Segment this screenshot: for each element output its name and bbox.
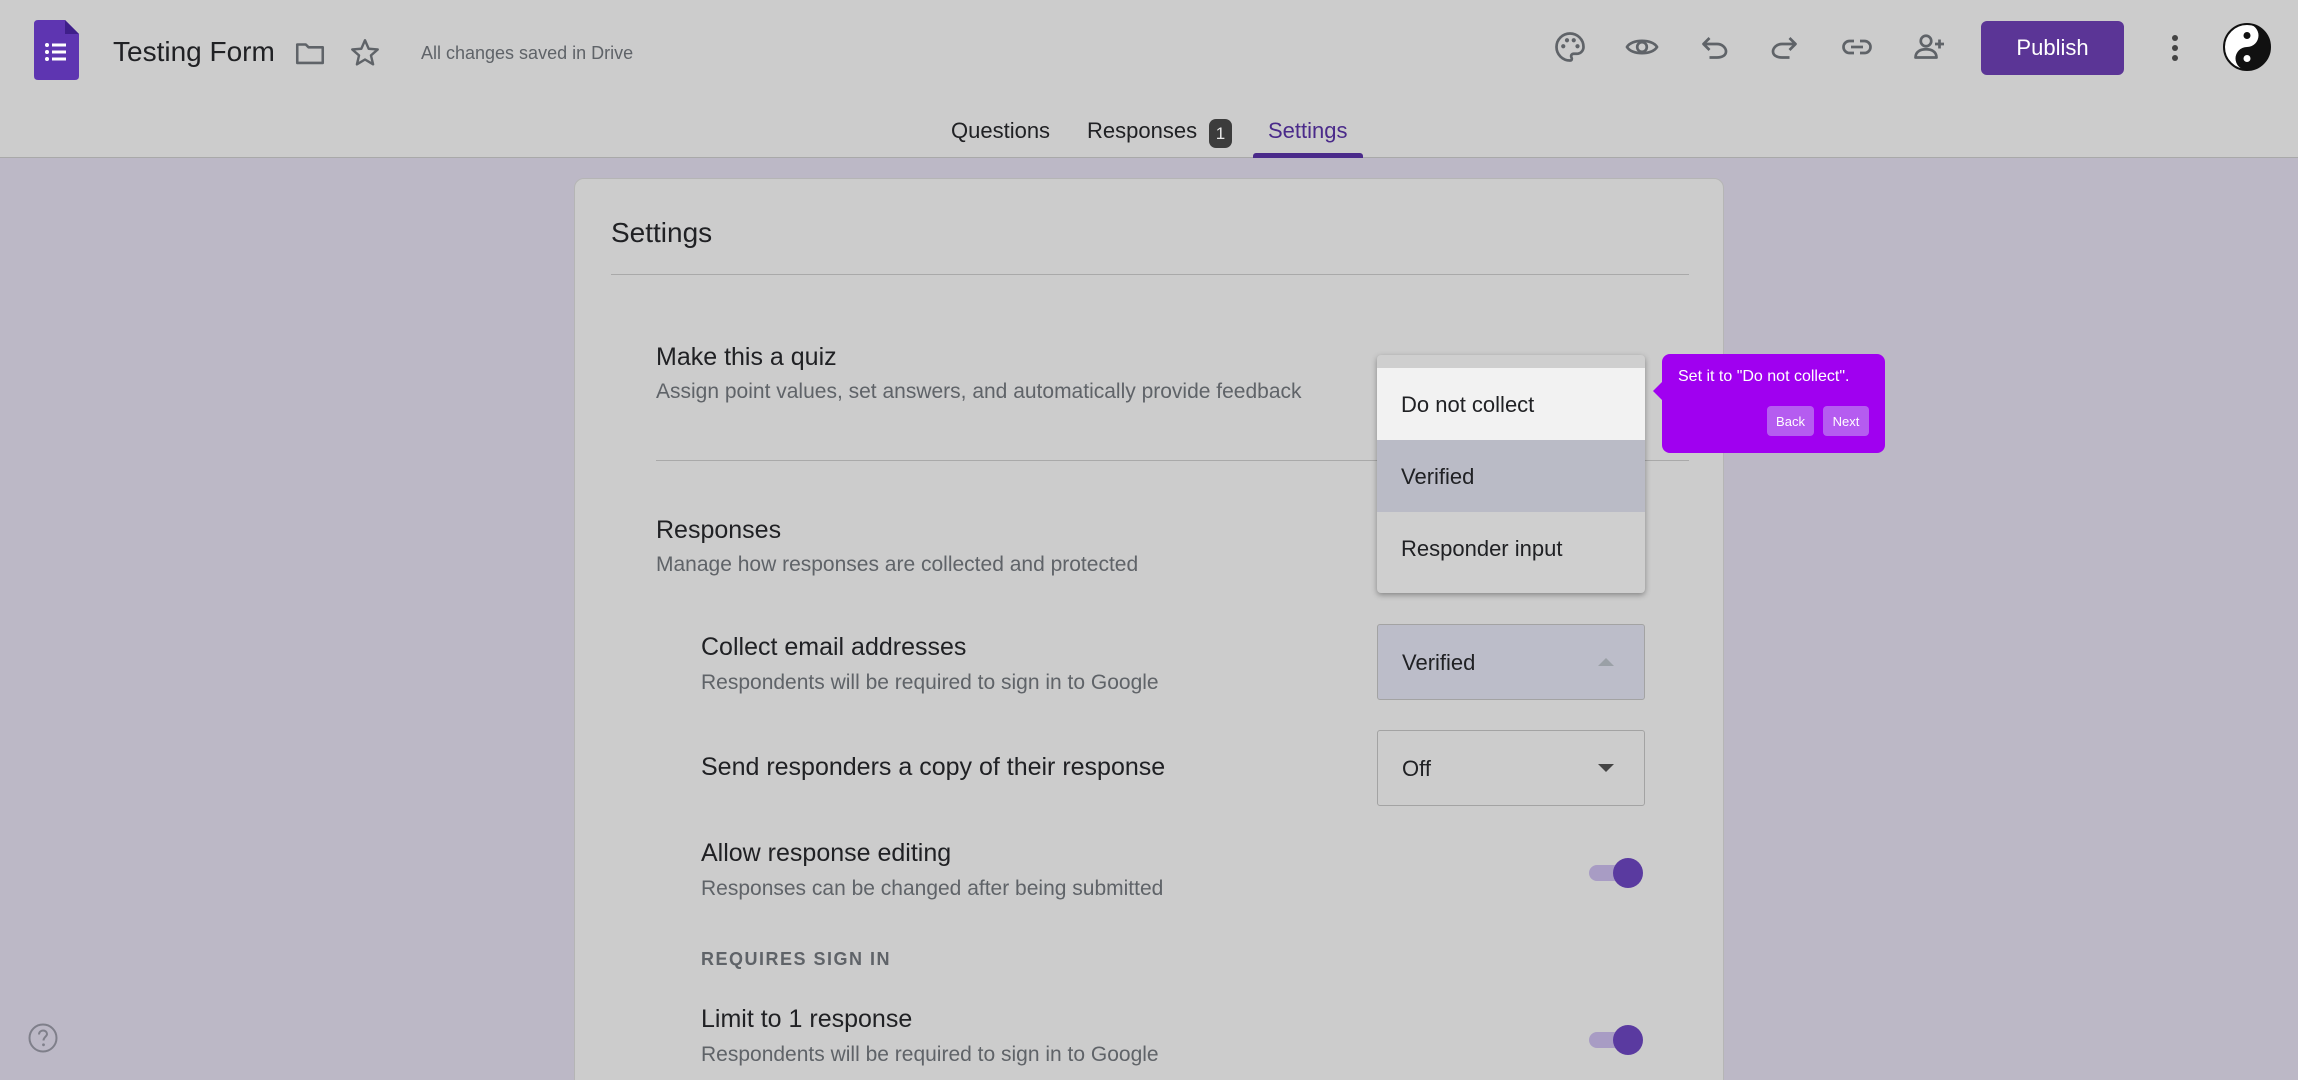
avatar[interactable] — [2222, 22, 2272, 72]
option-label: Verified — [1401, 464, 1475, 489]
limit-one-heading: Limit to 1 response — [701, 1005, 913, 1033]
quiz-description: Assign point values, set answers, and au… — [656, 380, 1302, 403]
collect-email-heading: Collect email addresses — [701, 633, 967, 661]
tooltip-next-button[interactable]: Next — [1823, 406, 1869, 436]
chevron-up-icon — [1598, 658, 1614, 666]
option-verified[interactable]: Verified — [1377, 440, 1645, 512]
send-copy-select[interactable]: Off — [1377, 730, 1645, 806]
allow-editing-heading: Allow response editing — [701, 839, 952, 867]
divider — [611, 274, 1689, 275]
folder-icon[interactable] — [293, 36, 327, 70]
star-icon[interactable] — [348, 36, 382, 70]
tab-questions[interactable]: Questions — [951, 118, 1050, 144]
top-app-bar: Testing Form All changes saved in Drive … — [0, 0, 2298, 158]
limit-one-toggle[interactable] — [1585, 1022, 1645, 1056]
send-copy-heading: Send responders a copy of their response — [701, 753, 1166, 781]
link-icon[interactable] — [1839, 29, 1875, 65]
undo-icon[interactable] — [1696, 29, 1732, 65]
allow-editing-description: Responses can be changed after being sub… — [701, 877, 1164, 900]
option-label: Responder input — [1401, 536, 1563, 561]
collect-email-dropdown-menu: Do not collect Verified Responder input — [1377, 355, 1645, 593]
settings-card: Settings Make this a quiz Assign point v… — [574, 178, 1724, 1080]
toggle-knob — [1613, 858, 1643, 888]
add-person-icon[interactable] — [1911, 29, 1947, 65]
requires-sign-in-label: REQUIRES SIGN IN — [701, 949, 892, 969]
collect-email-value: Verified — [1402, 650, 1476, 675]
forms-logo-icon[interactable] — [34, 20, 79, 80]
quiz-heading: Make this a quiz — [656, 343, 837, 371]
responses-heading: Responses — [656, 516, 782, 544]
option-responder-input[interactable]: Responder input — [1377, 512, 1645, 584]
option-do-not-collect[interactable]: Do not collect — [1377, 368, 1645, 440]
collect-email-description: Respondents will be required to sign in … — [701, 671, 1159, 694]
active-tab-indicator — [1253, 153, 1363, 158]
responses-count-badge: 1 — [1209, 119, 1232, 148]
tooltip-back-button[interactable]: Back — [1767, 406, 1814, 436]
settings-title: Settings — [611, 217, 713, 248]
form-title[interactable]: Testing Form — [113, 36, 275, 68]
tooltip-text: Set it to "Do not collect". — [1678, 368, 1850, 385]
redo-icon[interactable] — [1767, 29, 1803, 65]
save-status: All changes saved in Drive — [421, 43, 634, 63]
tooltip-arrow — [1653, 382, 1662, 400]
help-icon[interactable] — [27, 1022, 59, 1054]
guide-tooltip: Set it to "Do not collect". Back Next — [1653, 354, 1885, 453]
eye-icon[interactable] — [1624, 29, 1660, 65]
tab-responses[interactable]: Responses — [1087, 118, 1197, 144]
palette-icon[interactable] — [1552, 29, 1588, 65]
tab-settings[interactable]: Settings — [1268, 118, 1348, 144]
send-copy-value: Off — [1402, 756, 1431, 781]
chevron-down-icon — [1598, 764, 1614, 772]
toggle-knob — [1613, 1025, 1643, 1055]
responses-description: Manage how responses are collected and p… — [656, 553, 1139, 576]
publish-button[interactable]: Publish — [1981, 21, 2124, 75]
collect-email-select[interactable]: Verified — [1377, 624, 1645, 700]
allow-editing-toggle[interactable] — [1585, 855, 1645, 889]
limit-one-description: Respondents will be required to sign in … — [701, 1043, 1159, 1066]
tab-bar: Questions Responses 1 Settings — [0, 110, 2298, 158]
more-vert-icon[interactable] — [2160, 29, 2190, 67]
option-label: Do not collect — [1401, 392, 1535, 417]
